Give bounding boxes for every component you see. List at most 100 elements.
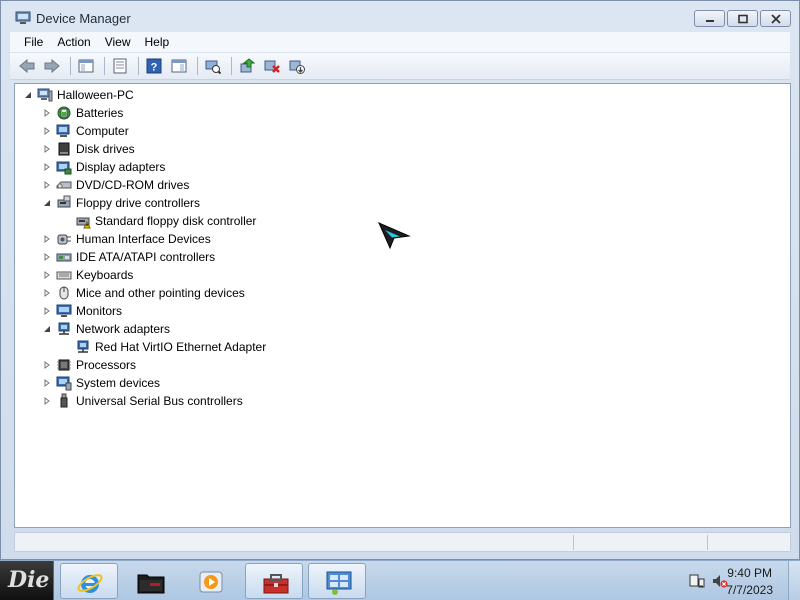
back-button[interactable]: [16, 55, 38, 77]
usb-icon: [56, 393, 72, 409]
tree-node-label: Processors: [76, 358, 137, 372]
uninstall-button[interactable]: [261, 55, 283, 77]
network-adapter-icon: [75, 339, 91, 355]
expand-arrow-icon[interactable]: [42, 270, 52, 280]
title-bar[interactable]: Device Manager: [1, 1, 799, 33]
mouse-icon: [56, 285, 72, 301]
tree-node[interactable]: System devices: [42, 374, 160, 392]
expand-arrow-icon[interactable]: [42, 396, 52, 406]
system-devices-icon: [56, 375, 72, 391]
expand-arrow-icon[interactable]: [42, 108, 52, 118]
action-pane-button[interactable]: [168, 55, 190, 77]
tree-node-label: DVD/CD-ROM drives: [76, 178, 190, 192]
expand-arrow-icon[interactable]: [42, 360, 52, 370]
expand-arrow-icon[interactable]: [42, 288, 52, 298]
show-hide-console-tree-icon: [78, 59, 94, 73]
tree-node[interactable]: Keyboards: [42, 266, 133, 284]
expand-arrow-icon[interactable]: [42, 144, 52, 154]
tree-node[interactable]: IDE ATA/ATAPI controllers: [42, 248, 215, 266]
disk-drive-icon: [56, 141, 72, 157]
tree-node-label: Batteries: [76, 106, 124, 120]
tree-node[interactable]: DVD/CD-ROM drives: [42, 176, 189, 194]
tree-node-label: Floppy drive controllers: [76, 196, 201, 210]
maximize-button[interactable]: [727, 10, 758, 27]
scan-hardware-button[interactable]: [202, 55, 224, 77]
action-center-icon[interactable]: [689, 573, 705, 589]
tree-node-label: Display adapters: [76, 160, 166, 174]
collapse-arrow-icon[interactable]: [42, 324, 52, 334]
taskbar: Die 9:40 PM 7/7/2023: [0, 560, 800, 600]
taskbar-toolbox[interactable]: [245, 563, 303, 599]
tree-node-label: Monitors: [76, 304, 123, 318]
expand-arrow-icon[interactable]: [42, 234, 52, 244]
expand-arrow-icon[interactable]: [42, 252, 52, 262]
expand-arrow-icon[interactable]: [42, 180, 52, 190]
clock-date[interactable]: 7/7/2023: [726, 583, 773, 597]
tree-node[interactable]: Red Hat VirtIO Ethernet Adapter: [75, 338, 266, 356]
toolbox-icon: [263, 574, 289, 594]
start-button[interactable]: Die: [0, 561, 54, 600]
device-tree-pane[interactable]: Halloween-PC Batteries Computer Disk drives…: [14, 83, 791, 528]
media-player-icon: [199, 571, 223, 593]
tree-node[interactable]: Computer: [42, 122, 129, 140]
tree-node[interactable]: Universal Serial Bus controllers: [42, 392, 243, 410]
processor-icon: [56, 357, 72, 373]
scan-hardware-icon: [205, 60, 221, 74]
menu-help[interactable]: Help: [138, 35, 177, 49]
back-icon: [19, 58, 35, 74]
show-desktop-button[interactable]: [788, 561, 800, 600]
forward-button[interactable]: [41, 55, 63, 77]
device-manager-icon: [15, 11, 31, 24]
disable-button[interactable]: [286, 55, 308, 77]
minimize-icon: [706, 20, 714, 22]
expand-arrow-icon[interactable]: [42, 306, 52, 316]
battery-icon: [56, 105, 72, 121]
properties-button[interactable]: [109, 55, 131, 77]
expand-arrow-icon[interactable]: [42, 126, 52, 136]
taskbar-control-panel[interactable]: [308, 563, 366, 599]
tree-node-label: Network adapters: [76, 322, 171, 336]
menu-view[interactable]: View: [98, 35, 138, 49]
window-title: Device Manager: [36, 11, 131, 26]
tree-node[interactable]: Floppy drive controllers: [42, 194, 200, 212]
tree-node-label: Halloween-PC: [57, 88, 134, 102]
show-hide-console-tree-button[interactable]: [75, 55, 97, 77]
close-button[interactable]: [760, 10, 791, 27]
restore-icon: [738, 14, 748, 24]
toolbar-separator: [231, 57, 232, 75]
tree-node-label: Disk drives: [76, 142, 135, 156]
tree-node[interactable]: Monitors: [42, 302, 122, 320]
keyboard-icon: [56, 267, 72, 283]
tree-node[interactable]: Display adapters: [42, 158, 165, 176]
tree-node[interactable]: Processors: [42, 356, 136, 374]
collapse-arrow-icon[interactable]: [23, 90, 33, 100]
clock-time[interactable]: 9:40 PM: [727, 566, 772, 580]
minimize-button[interactable]: [694, 10, 725, 27]
help-icon: ?: [146, 58, 162, 74]
tree-node[interactable]: Batteries: [42, 104, 123, 122]
tree-node[interactable]: Disk drives: [42, 140, 135, 158]
tree-node[interactable]: Mice and other pointing devices: [42, 284, 245, 302]
tree-node[interactable]: Network adapters: [42, 320, 170, 338]
folder-icon: [137, 574, 165, 594]
tree-node[interactable]: Standard floppy disk controller: [75, 212, 256, 230]
menu-action[interactable]: Action: [50, 35, 97, 49]
menu-file[interactable]: File: [10, 35, 50, 49]
floppy-controller-warning-icon: [75, 213, 91, 229]
floppy-controller-icon: [56, 195, 72, 211]
update-driver-icon: [240, 58, 255, 73]
hid-icon: [56, 231, 72, 247]
tree-node[interactable]: Halloween-PC: [23, 86, 134, 104]
help-button[interactable]: ?: [143, 55, 165, 77]
dvd-drive-icon: [56, 177, 72, 193]
expand-arrow-icon[interactable]: [42, 378, 52, 388]
taskbar-internet-explorer[interactable]: [60, 563, 118, 599]
collapse-arrow-icon[interactable]: [42, 198, 52, 208]
expand-arrow-icon[interactable]: [42, 162, 52, 172]
update-driver-button[interactable]: [236, 55, 258, 77]
device-manager-window: Device Manager File Action View Help ? H…: [0, 0, 800, 560]
ide-controller-icon: [56, 249, 72, 265]
taskbar-media-player[interactable]: [182, 563, 240, 599]
taskbar-folder[interactable]: [121, 563, 179, 599]
tree-node[interactable]: Human Interface Devices: [42, 230, 211, 248]
